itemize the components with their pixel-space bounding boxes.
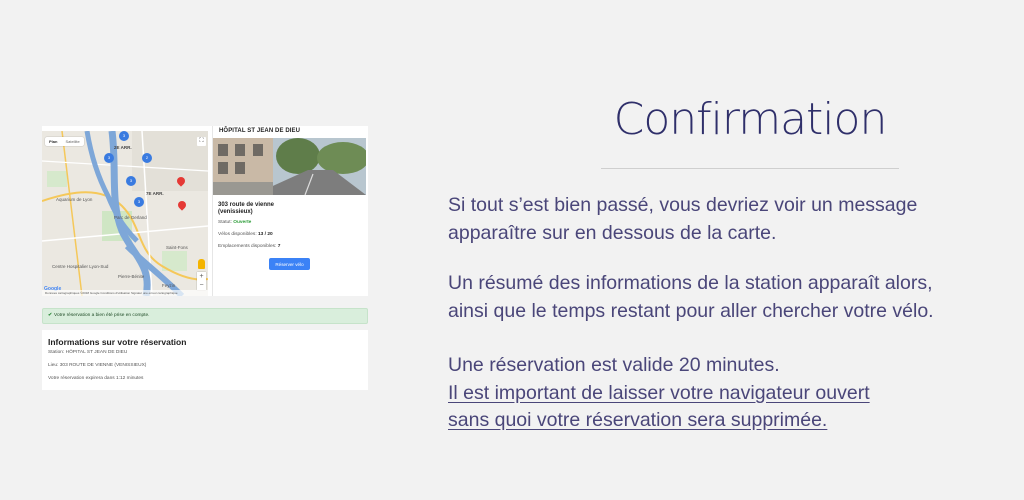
page-title: Confirmation (613, 94, 888, 145)
map-label: Parc de Gerland (114, 215, 147, 220)
station-cluster[interactable]: 3 (134, 197, 144, 207)
slots-label: Emplacements disponibles: (218, 244, 277, 249)
map-attribution: Données cartographiques ©2018 Google Con… (42, 290, 208, 296)
reserve-bike-button[interactable]: Réserver vélo (269, 258, 310, 270)
map[interactable]: Plan Satellite ⛶ 2E ARR. 7E ARR. Aquariu… (42, 131, 208, 296)
station-details: HÔPITAL ST JEAN DE DIEU 303 route de vie… (212, 126, 368, 296)
map-label: 2E ARR. (114, 145, 132, 150)
map-label: Aquarium de Lyon (56, 197, 93, 202)
bikes-label: Vélos disponibles: (218, 232, 257, 237)
paragraph-1-line-1: Si tout s’est bien passé, vous devriez v… (448, 194, 918, 216)
paragraph-3-line-1: Une réservation est valide 20 minutes. (448, 354, 780, 376)
paragraph-2-line-2: ainsi que le temps restant pour aller ch… (448, 300, 934, 322)
reservation-summary-title: Informations sur votre réservation (48, 337, 187, 347)
map-label: Saint-Fons (166, 245, 188, 250)
status-value: Ouverte (233, 220, 252, 225)
map-label: Feyzin (162, 283, 176, 288)
station-address-line2: (venissieux) (218, 209, 253, 215)
map-type-plan[interactable]: Plan (45, 137, 61, 146)
station-address: 303 route de vienne (venissieux) (218, 202, 274, 216)
map-label: 7E ARR. (146, 191, 164, 196)
station-cluster[interactable]: 2 (142, 153, 152, 163)
bikes-value: 13 / 20 (258, 232, 273, 237)
slots-available-row: Emplacements disponibles: 7 (218, 244, 280, 249)
map-type-toggle: Plan Satellite (45, 137, 84, 146)
bikes-available-row: Vélos disponibles: 13 / 20 (218, 232, 273, 237)
alert-message: Votre réservation a bien été prise en co… (54, 313, 150, 318)
station-name: HÔPITAL ST JEAN DE DIEU (219, 128, 301, 134)
station-cluster[interactable]: 3 (104, 153, 114, 163)
station-cluster[interactable]: 3 (126, 176, 136, 186)
check-icon: ✔ (48, 313, 53, 318)
zoom-in-button[interactable]: + (197, 272, 206, 281)
map-label: Pierre-Bénite (118, 274, 145, 279)
paragraph-2-line-1: Un résumé des informations de la station… (448, 272, 933, 294)
map-type-satellite[interactable]: Satellite (61, 137, 83, 146)
paragraph-1-line-2: apparaître sur en dessous de la carte. (448, 222, 777, 244)
success-alert: ✔ Votre réservation a bien été prise en c… (42, 308, 368, 324)
street-photo-image (213, 138, 366, 195)
station-street-photo (213, 138, 366, 195)
reservation-station: Station: HÔPITAL ST JEAN DE DIEU (48, 350, 128, 355)
warning-line-2: sans quoi votre réservation sera supprim… (448, 409, 828, 431)
map-and-station-panel: Plan Satellite ⛶ 2E ARR. 7E ARR. Aquariu… (42, 126, 368, 296)
street-view-pegman-icon[interactable] (198, 259, 205, 269)
fullscreen-icon[interactable]: ⛶ (197, 137, 206, 146)
reservation-place: Lieu: 303 ROUTE DE VIENNE (VENISSIEUX) (48, 363, 147, 368)
station-cluster[interactable]: 3 (119, 131, 129, 141)
warning-line-1: Il est important de laisser votre naviga… (448, 382, 870, 404)
reservation-expiry: Votre réservation expirera dans 1:12 min… (48, 376, 144, 381)
reservation-summary: Informations sur votre réservation Stati… (42, 330, 368, 390)
app-screenshot: Plan Satellite ⛶ 2E ARR. 7E ARR. Aquariu… (42, 126, 368, 390)
title-divider (601, 168, 899, 169)
map-background (42, 131, 208, 296)
status-label: Statut: (218, 220, 232, 225)
station-status-row: Statut: Ouverte (218, 220, 251, 225)
zoom-out-button[interactable]: − (197, 281, 206, 290)
slots-value: 7 (277, 244, 281, 249)
station-address-line1: 303 route de vienne (218, 202, 275, 208)
zoom-controls: + − (197, 272, 206, 290)
map-label: Centre Hospitalier Lyon-Sud (52, 264, 109, 269)
